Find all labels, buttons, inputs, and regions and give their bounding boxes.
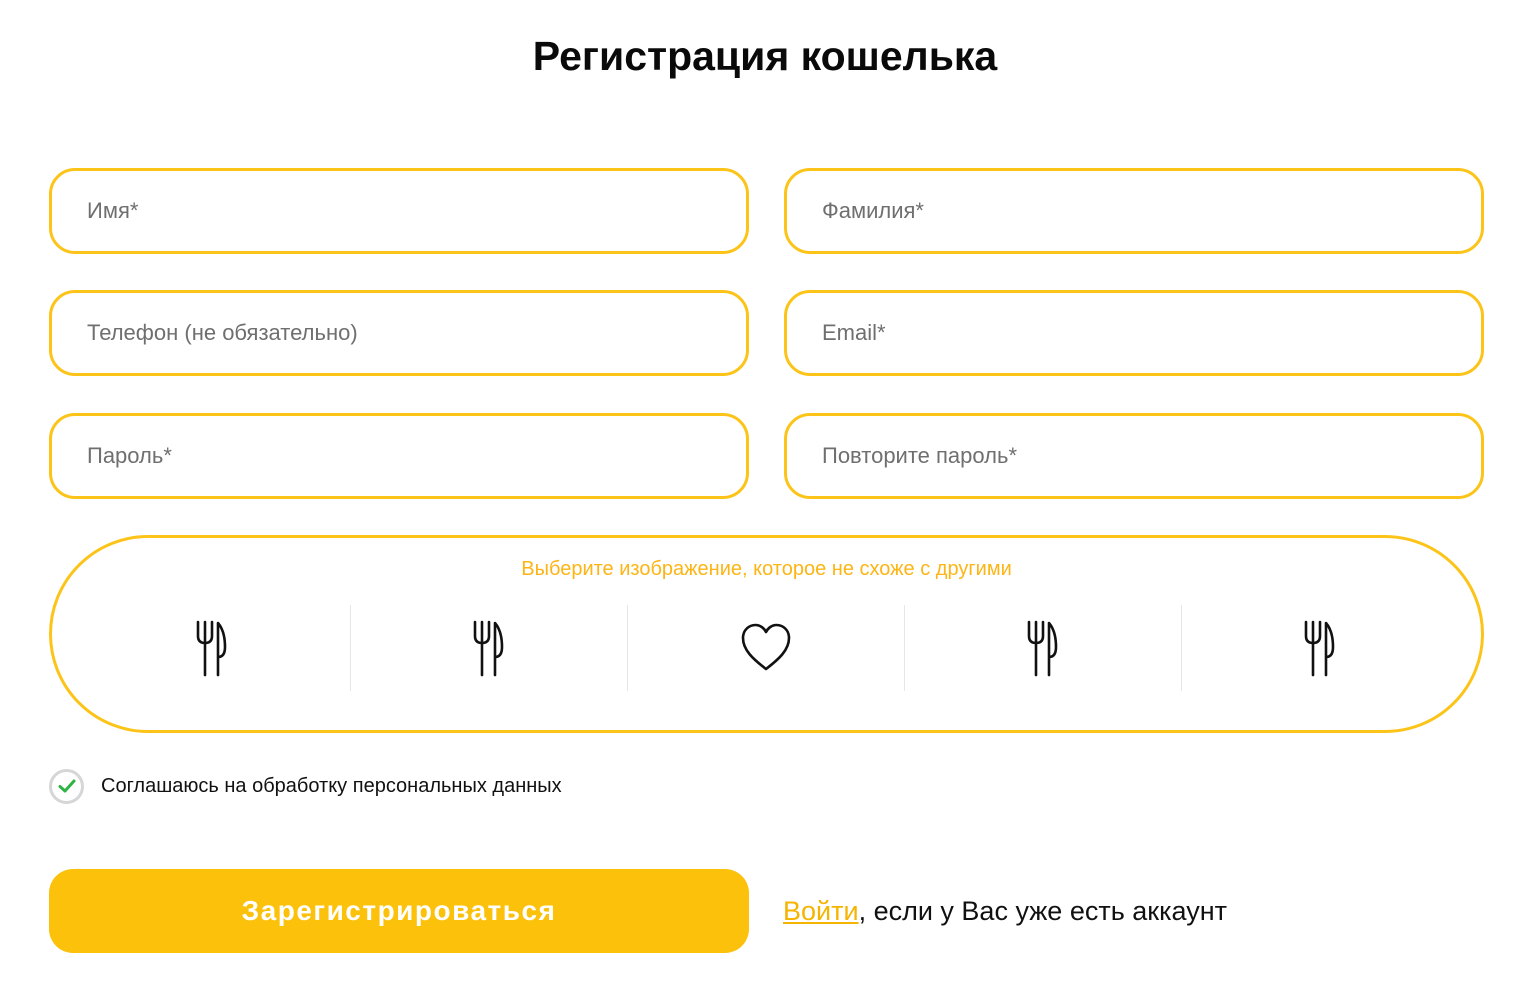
page-title: Регистрация кошелька [532,33,998,79]
login-link[interactable]: Войти [783,896,859,926]
captcha-option-5[interactable] [1181,605,1458,691]
password-repeat-field[interactable] [784,413,1484,499]
checkmark-icon [58,779,75,793]
password-input[interactable] [52,416,746,496]
heart-icon [741,623,791,671]
fork-knife-icon [1304,620,1335,677]
phone-field[interactable] [49,290,749,376]
register-button[interactable]: Зарегистрироваться [49,869,749,953]
email-field[interactable] [784,290,1484,376]
captcha-options [73,605,1458,691]
image-captcha: Выберите изображение, которое не схоже с… [49,535,1484,733]
consent-checkbox[interactable] [49,768,84,804]
consent-row: Соглашаюсь на обработку персональных дан… [49,768,562,804]
fork-knife-icon [473,620,504,677]
fork-knife-icon [196,620,226,677]
last-name-field[interactable] [784,168,1484,254]
consent-label: Соглашаюсь на обработку персональных дан… [101,774,562,797]
password-field[interactable] [49,413,749,499]
password-repeat-input[interactable] [787,416,1481,496]
email-input[interactable] [787,293,1481,373]
captcha-option-1[interactable] [73,605,350,691]
phone-input[interactable] [52,293,746,373]
last-name-input[interactable] [787,171,1481,251]
captcha-option-3[interactable] [627,605,904,691]
first-name-field[interactable] [49,168,749,254]
fork-knife-icon [1027,620,1058,677]
captcha-prompt: Выберите изображение, которое не схоже с… [521,558,1012,580]
first-name-input[interactable] [52,171,746,251]
login-prompt-text: , если у Вас уже есть аккаунт [858,896,1228,926]
login-prompt: Войти, если у Вас уже есть аккаунт [783,893,1227,929]
captcha-option-4[interactable] [904,605,1181,691]
captcha-option-2[interactable] [350,605,627,691]
